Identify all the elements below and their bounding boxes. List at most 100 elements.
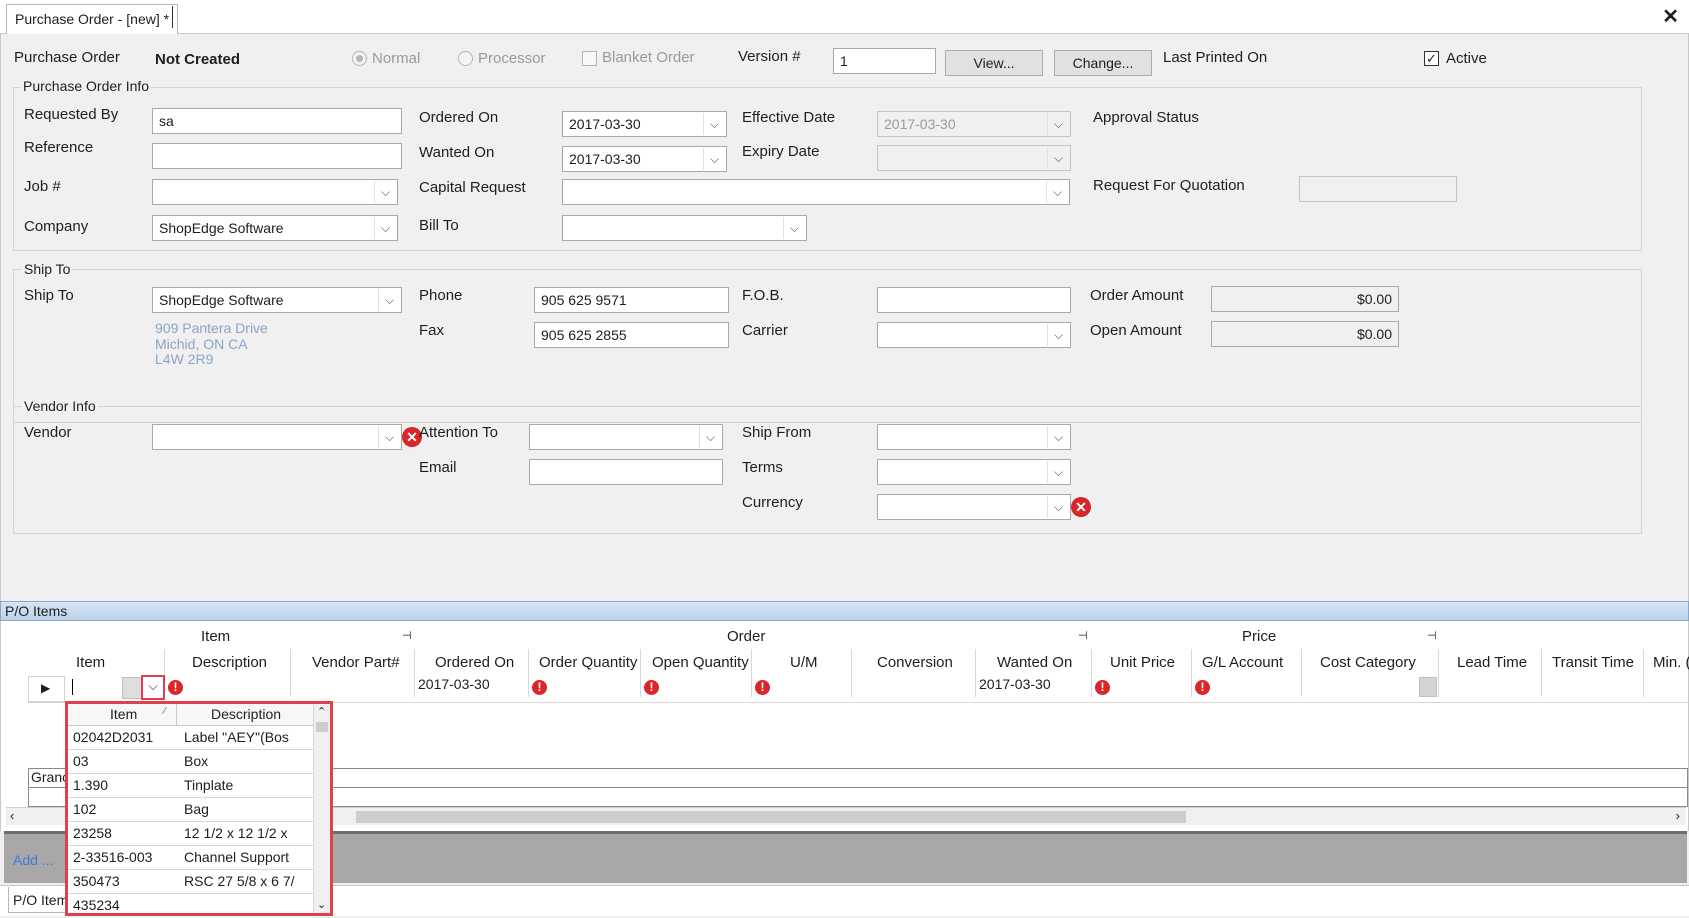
dropdown-row[interactable]: 02042D2031 Label "AEY"(Bos [68, 726, 313, 750]
chevron-down-icon[interactable]: ⌵ [1046, 181, 1068, 203]
item-dropdown-chevron-icon[interactable]: ⌵ [141, 675, 165, 700]
dropdown-scrollbar[interactable]: ⌃ ⌄ [313, 704, 330, 913]
col-unit-price[interactable]: Unit Price [1110, 654, 1175, 671]
row-selector[interactable] [28, 676, 65, 702]
dropdown-row[interactable]: 350473 RSC 27 5/8 x 6 7/ [68, 870, 313, 894]
currency-combo[interactable]: ⌵ [877, 494, 1071, 520]
col-open-quantity[interactable]: Open Quantity [652, 654, 749, 671]
dropdown-row[interactable]: 1.390 Tinplate [68, 774, 313, 798]
dropdown-row[interactable]: 102 Bag [68, 798, 313, 822]
ship-to-combo[interactable]: ShopEdge Software ⌵ [152, 287, 402, 313]
vendor-combo[interactable]: ⌵ [152, 424, 402, 450]
pin-icon[interactable]: ⊣ [402, 629, 412, 642]
attention-to-combo[interactable]: ⌵ [529, 424, 723, 450]
scroll-thumb[interactable] [356, 811, 1186, 823]
active-label: Active [1446, 50, 1487, 67]
chevron-down-icon[interactable]: ⌵ [1047, 426, 1069, 448]
phone-field[interactable]: 905 625 9571 [534, 287, 729, 313]
col-min[interactable]: Min. ( [1653, 654, 1689, 671]
ship-from-combo[interactable]: ⌵ [877, 424, 1071, 450]
reference-field[interactable] [152, 143, 402, 169]
active-checkbox[interactable]: ✓ [1424, 51, 1439, 66]
pin-icon[interactable]: ⊣ [1078, 629, 1088, 642]
dropdown-row[interactable]: 23258 12 1/2 x 12 1/2 x [68, 822, 313, 846]
um-error-icon: ! [755, 680, 770, 695]
requested-by-field[interactable]: sa [152, 108, 402, 134]
radio-processor[interactable] [458, 51, 473, 66]
col-wanted-on[interactable]: Wanted On [997, 654, 1072, 671]
chevron-down-icon[interactable]: ⌵ [374, 217, 396, 239]
dropdown-row[interactable]: 435234 [68, 894, 313, 918]
item-dropdown-list[interactable]: Item ⁄ Description 02042D2031 Label "AEY"… [65, 701, 333, 916]
col-um[interactable]: U/M [790, 654, 818, 671]
purchase-order-form: Purchase Order Not Created Normal Proces… [0, 34, 1689, 601]
po-label: Purchase Order [14, 49, 120, 66]
ordered-on-combo[interactable]: 2017-03-30 ⌵ [562, 111, 727, 137]
col-ordered-on[interactable]: Ordered On [435, 654, 514, 671]
po-items-panel-header[interactable]: P/O Items [0, 601, 1689, 621]
chevron-down-icon[interactable]: ⌵ [699, 426, 721, 448]
chevron-down-icon[interactable]: ⌵ [378, 289, 400, 311]
dropdown-row[interactable]: 2-33516-003 Channel Support [68, 846, 313, 870]
change-button[interactable]: Change... [1054, 50, 1152, 76]
column-divider [1541, 649, 1542, 697]
terms-combo[interactable]: ⌵ [877, 459, 1071, 485]
scroll-down-icon[interactable]: ⌄ [317, 898, 326, 911]
col-order-quantity[interactable]: Order Quantity [539, 654, 637, 671]
chevron-down-icon[interactable]: ⌵ [1047, 461, 1069, 483]
wanted-on-combo[interactable]: 2017-03-30 ⌵ [562, 146, 727, 172]
fax-field[interactable]: 905 625 2855 [534, 322, 729, 348]
company-label: Company [24, 218, 89, 235]
scroll-left-icon[interactable]: ‹ [10, 808, 14, 823]
column-divider [1643, 649, 1644, 697]
chevron-down-icon[interactable]: ⌵ [703, 148, 725, 170]
cost-category-button[interactable] [1419, 677, 1437, 697]
item-cell-button[interactable] [122, 677, 142, 699]
chevron-down-icon[interactable]: ⌵ [1047, 496, 1069, 518]
chevron-down-icon[interactable]: ⌵ [378, 426, 400, 448]
po-items-bottom-tab[interactable]: P/O Item [8, 887, 74, 913]
chevron-down-icon[interactable]: ⌵ [703, 113, 725, 135]
column-divider [640, 649, 641, 697]
capital-request-combo[interactable]: ⌵ [562, 179, 1070, 205]
col-item[interactable]: Item [76, 654, 105, 671]
carrier-combo[interactable]: ⌵ [877, 322, 1071, 348]
row-wanted-on[interactable]: 2017-03-30 [979, 676, 1051, 692]
col-lead-time[interactable]: Lead Time [1457, 654, 1527, 671]
row-ordered-on[interactable]: 2017-03-30 [418, 676, 490, 692]
pin-icon[interactable]: ⊣ [1427, 629, 1437, 642]
blanket-order-checkbox[interactable] [582, 51, 597, 66]
col-cost-category[interactable]: Cost Category [1320, 654, 1416, 671]
col-vendor-part[interactable]: Vendor Part# [312, 654, 400, 671]
terms-label: Terms [742, 459, 783, 476]
email-field[interactable] [529, 459, 723, 485]
view-button[interactable]: View... [945, 50, 1043, 76]
dropdown-row[interactable]: 03 Box [68, 750, 313, 774]
dropdown-item: 1.390 [73, 777, 109, 793]
dropdown-desc: Box [184, 753, 209, 769]
close-icon[interactable]: ✕ [1662, 4, 1679, 29]
dropdown-col-description[interactable]: Description [211, 706, 281, 722]
dropdown-col-item[interactable]: Item [110, 706, 137, 722]
col-transit-time[interactable]: Transit Time [1552, 654, 1634, 671]
add-link[interactable]: Add ... [13, 852, 53, 868]
document-tab[interactable]: Purchase Order - [new] * [6, 4, 179, 34]
scroll-up-icon[interactable]: ⌃ [317, 705, 326, 718]
order-amount-label: Order Amount [1090, 287, 1184, 304]
bill-to-combo[interactable]: ⌵ [562, 215, 807, 241]
company-combo[interactable]: ShopEdge Software ⌵ [152, 215, 398, 241]
chevron-down-icon[interactable]: ⌵ [783, 217, 805, 239]
chevron-down-icon[interactable]: ⌵ [1047, 324, 1069, 346]
col-description[interactable]: Description [192, 654, 267, 671]
fob-field[interactable] [877, 287, 1071, 313]
col-conversion[interactable]: Conversion [877, 654, 953, 671]
chevron-down-icon[interactable]: ⌵ [374, 181, 396, 203]
version-field[interactable]: 1 [833, 48, 936, 74]
scroll-right-icon[interactable]: › [1676, 808, 1680, 823]
radio-normal[interactable] [352, 51, 367, 66]
job-combo[interactable]: ⌵ [152, 179, 398, 205]
dropdown-desc: Tinplate [184, 777, 234, 793]
scroll-thumb[interactable] [316, 722, 328, 732]
col-gl-account[interactable]: G/L Account [1202, 654, 1283, 671]
text-cursor [72, 679, 73, 695]
